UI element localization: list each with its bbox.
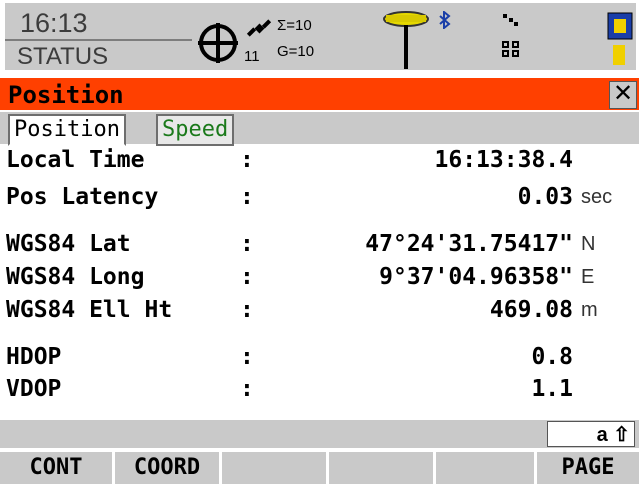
row-value: 16:13:38.4 [434, 147, 573, 173]
close-button[interactable]: ✕ [609, 81, 637, 109]
radio-link-icon [503, 14, 518, 26]
status-icons-box: 11 Σ=10 G=10 [192, 3, 636, 70]
position-data-list: Local Time : 16:13:38.4 Pos Latency : 0.… [0, 145, 639, 420]
network-icon [502, 41, 519, 57]
row-unit: N [581, 233, 596, 255]
row-value: 1.1 [531, 376, 573, 402]
row-pos-latency: Pos Latency : 0.03 sec [0, 184, 639, 214]
row-value: 9°37'04.96358" [379, 264, 573, 290]
fkey-coord-button[interactable]: COORD [115, 452, 222, 484]
row-label: VDOP [6, 376, 62, 402]
row-colon: : [240, 184, 254, 210]
row-colon: : [240, 264, 254, 290]
clock-box: 16:13 STATUS [5, 3, 194, 70]
row-label: WGS84 Lat [6, 231, 131, 257]
fkey-page-button[interactable]: PAGE [537, 452, 639, 484]
input-mode-indicator: a ⇧ [547, 421, 635, 447]
panel-title-bar: Position ✕ [0, 78, 639, 110]
tab-strip: Position Speed [0, 112, 639, 146]
row-label: Local Time [6, 147, 145, 173]
fkey-f5-button[interactable] [436, 452, 537, 484]
row-colon: : [240, 147, 254, 173]
row-hdop: HDOP : 0.8 [0, 344, 639, 374]
satellite-icon [246, 19, 272, 37]
row-colon: : [240, 344, 254, 370]
tab-speed[interactable]: Speed [156, 114, 235, 146]
row-value: 469.08 [489, 297, 573, 323]
row-value: 47°24'31.75417" [365, 231, 573, 257]
panel-title: Position [8, 81, 124, 109]
clock-divider [5, 39, 192, 41]
mode-label: STATUS [17, 43, 109, 70]
sigma-count: Σ=10 [277, 17, 312, 34]
function-key-bar: CONT COORD PAGE [0, 452, 639, 484]
receiver-antenna-icon [383, 11, 429, 69]
row-label: HDOP [6, 344, 62, 370]
input-mode-strip: a ⇧ [0, 420, 639, 448]
gps-count: G=10 [277, 43, 315, 60]
row-vdop: VDOP : 1.1 [0, 376, 639, 406]
satellite-count: 11 [244, 48, 260, 65]
battery-icon [607, 12, 633, 65]
tab-position[interactable]: Position [8, 114, 126, 146]
row-label: WGS84 Ell Ht [6, 297, 173, 323]
row-unit: sec [581, 186, 613, 208]
row-colon: : [240, 376, 254, 402]
row-wgs84-long: WGS84 Long : 9°37'04.96358" E [0, 264, 639, 294]
row-wgs84-lat: WGS84 Lat : 47°24'31.75417" N [0, 231, 639, 261]
row-wgs84-ell-ht: WGS84 Ell Ht : 469.08 m [0, 297, 639, 327]
row-colon: : [240, 231, 254, 257]
bluetooth-icon [439, 11, 451, 29]
clock: 16:13 [20, 8, 88, 38]
fkey-f4-button[interactable] [329, 452, 436, 484]
fkey-cont-button[interactable]: CONT [0, 452, 115, 484]
row-value: 0.03 [517, 184, 573, 210]
row-local-time: Local Time : 16:13:38.4 [0, 147, 639, 177]
position-crosshair-icon [198, 23, 238, 63]
fkey-f3-button[interactable] [222, 452, 329, 484]
top-status-bar: 16:13 STATUS 11 Σ=10 G=10 [0, 0, 639, 75]
row-label: WGS84 Long [6, 264, 145, 290]
row-unit: E [581, 266, 595, 288]
row-colon: : [240, 297, 254, 323]
row-value: 0.8 [531, 344, 573, 370]
row-unit: m [581, 299, 598, 321]
row-label: Pos Latency [6, 184, 159, 210]
